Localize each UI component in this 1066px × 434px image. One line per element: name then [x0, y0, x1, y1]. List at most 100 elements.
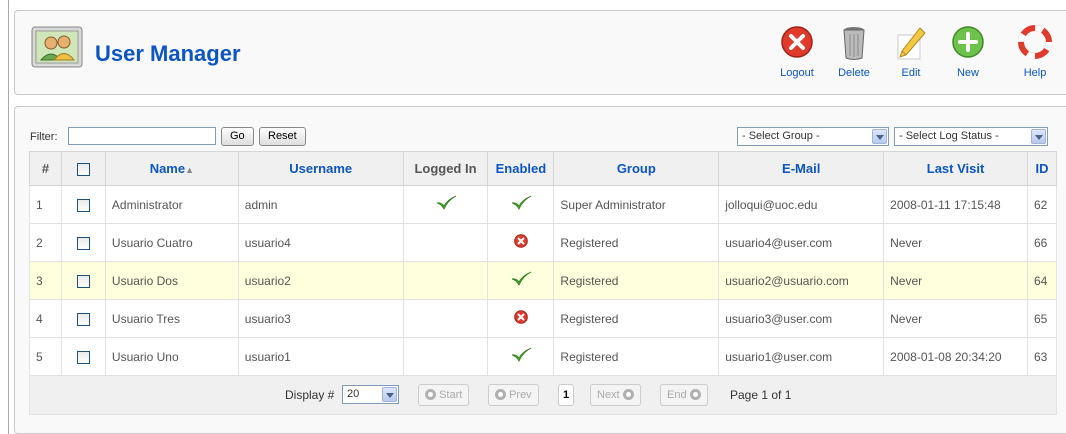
- email-link[interactable]: usuario4@user.com: [718, 223, 885, 262]
- help-button[interactable]: Help: [1005, 25, 1065, 91]
- sort-asc-icon: ▲: [185, 165, 195, 175]
- col-enabled[interactable]: Enabled: [487, 151, 555, 186]
- filter-label: Filter:: [30, 131, 58, 143]
- col-username[interactable]: Username: [237, 151, 404, 186]
- id-cell: 63: [1026, 337, 1058, 376]
- group-select[interactable]: - Select Group -: [737, 127, 889, 146]
- row-checkbox[interactable]: [76, 198, 90, 212]
- start-button[interactable]: Start: [418, 384, 470, 406]
- start-icon: [425, 388, 436, 400]
- log-status-select-value: - Select Log Status -: [899, 130, 999, 142]
- help-label: Help: [1023, 67, 1047, 79]
- new-button[interactable]: New: [938, 25, 998, 91]
- check-icon[interactable]: [510, 346, 532, 367]
- row-checkbox[interactable]: [76, 236, 90, 250]
- group-select-value: - Select Group -: [742, 130, 820, 142]
- disabled-x-icon[interactable]: [514, 310, 528, 327]
- row-select-cell: [60, 337, 106, 376]
- users-table: # Name▲ Username Logged In Enabled Group…: [29, 151, 1058, 415]
- col-last-visit[interactable]: Last Visit: [883, 151, 1028, 186]
- username-cell: admin: [237, 185, 404, 224]
- logout-icon: [781, 26, 813, 58]
- page-of-label: Page 1 of 1: [730, 388, 792, 402]
- edit-button[interactable]: Edit: [881, 25, 941, 91]
- col-group[interactable]: Group: [553, 151, 720, 186]
- display-label: Display #: [285, 388, 335, 402]
- user-name-link[interactable]: Usuario Dos: [104, 261, 239, 300]
- user-name-link[interactable]: Usuario Uno: [104, 337, 239, 376]
- group-cell: Registered: [553, 223, 720, 262]
- row-checkbox[interactable]: [76, 312, 90, 326]
- row-number: 3: [29, 261, 62, 300]
- row-number: 4: [29, 299, 62, 338]
- col-logged-in[interactable]: Logged In: [402, 151, 489, 186]
- check-icon[interactable]: [510, 270, 532, 291]
- row-select-cell: [60, 223, 106, 262]
- prev-label: Prev: [509, 389, 532, 401]
- table-row: 1 Administrator admin Super Administrator jo…: [29, 185, 1058, 224]
- header-panel: User Manager Logout Delete Edit New Help: [14, 10, 1066, 95]
- disabled-x-icon[interactable]: [514, 234, 528, 251]
- email-link[interactable]: usuario3@user.com: [718, 299, 885, 338]
- display-count-value: 20: [347, 388, 360, 400]
- last-visit-cell: Never: [883, 223, 1028, 262]
- enabled-cell: [487, 223, 555, 262]
- next-button[interactable]: Next: [590, 384, 641, 406]
- enabled-cell: [487, 261, 555, 300]
- table-row: 2 Usuario Cuatro usuario4 Registered usuario…: [29, 223, 1058, 262]
- display-count-select[interactable]: 20: [342, 385, 399, 404]
- last-visit-cell: Never: [883, 299, 1028, 338]
- email-link[interactable]: usuario1@user.com: [718, 337, 885, 376]
- user-name-link[interactable]: Administrator: [104, 185, 239, 224]
- select-all-checkbox[interactable]: [76, 163, 90, 177]
- plus-icon: [952, 26, 984, 58]
- delete-button[interactable]: Delete: [824, 25, 884, 91]
- email-link[interactable]: jolloqui@uoc.edu: [718, 185, 885, 224]
- logout-label: Logout: [780, 67, 814, 79]
- start-label: Start: [439, 389, 463, 401]
- group-cell: Super Administrator: [553, 185, 720, 224]
- lifebuoy-icon: [1018, 25, 1052, 59]
- id-cell: 66: [1026, 223, 1058, 262]
- log-status-select[interactable]: - Select Log Status -: [894, 127, 1048, 146]
- table-row: 5 Usuario Uno usuario1 Registered usuario1@u…: [29, 337, 1058, 376]
- edit-label: Edit: [901, 67, 921, 79]
- go-button[interactable]: Go: [221, 127, 254, 146]
- email-link[interactable]: usuario2@usuario.com: [718, 261, 885, 300]
- col-select-all: [60, 151, 106, 186]
- row-select-cell: [60, 299, 106, 338]
- enabled-cell: [487, 185, 555, 224]
- row-number: 2: [29, 223, 62, 262]
- row-checkbox[interactable]: [76, 274, 90, 288]
- user-name-link[interactable]: Usuario Tres: [104, 299, 239, 338]
- table-row: 4 Usuario Tres usuario3 Registered usuario3@…: [29, 299, 1058, 338]
- col-email[interactable]: E-Mail: [718, 151, 885, 186]
- last-visit-cell: Never: [883, 261, 1028, 300]
- col-name[interactable]: Name▲: [104, 151, 239, 186]
- current-page[interactable]: 1: [558, 384, 574, 406]
- table-header-row: # Name▲ Username Logged In Enabled Group…: [29, 151, 1058, 186]
- filter-input[interactable]: [68, 127, 216, 145]
- user-name-link[interactable]: Usuario Cuatro: [104, 223, 239, 262]
- users-table-body: 1 Administrator admin Super Administrator jo…: [29, 185, 1058, 376]
- reset-button[interactable]: Reset: [259, 127, 306, 146]
- logged-in-cell: [402, 337, 489, 376]
- enabled-cell: [487, 337, 555, 376]
- table-row: 3 Usuario Dos usuario2 Registered usuario2@u…: [29, 261, 1058, 300]
- prev-button[interactable]: Prev: [488, 384, 539, 406]
- username-cell: usuario3: [237, 299, 404, 338]
- col-id[interactable]: ID: [1026, 151, 1058, 186]
- chevron-down-icon: [1031, 129, 1046, 144]
- last-visit-cell: 2008-01-11 17:15:48: [883, 185, 1028, 224]
- new-label: New: [956, 67, 979, 79]
- end-label: End: [667, 389, 687, 401]
- logout-button[interactable]: Logout: [767, 25, 827, 91]
- check-icon[interactable]: [510, 194, 532, 215]
- row-checkbox[interactable]: [76, 350, 90, 364]
- username-cell: usuario1: [237, 337, 404, 376]
- row-number: 1: [29, 185, 62, 224]
- end-button[interactable]: End: [660, 384, 708, 406]
- id-cell: 64: [1026, 261, 1058, 300]
- logged-in-cell: [402, 185, 489, 224]
- page-left-border: [8, 0, 9, 434]
